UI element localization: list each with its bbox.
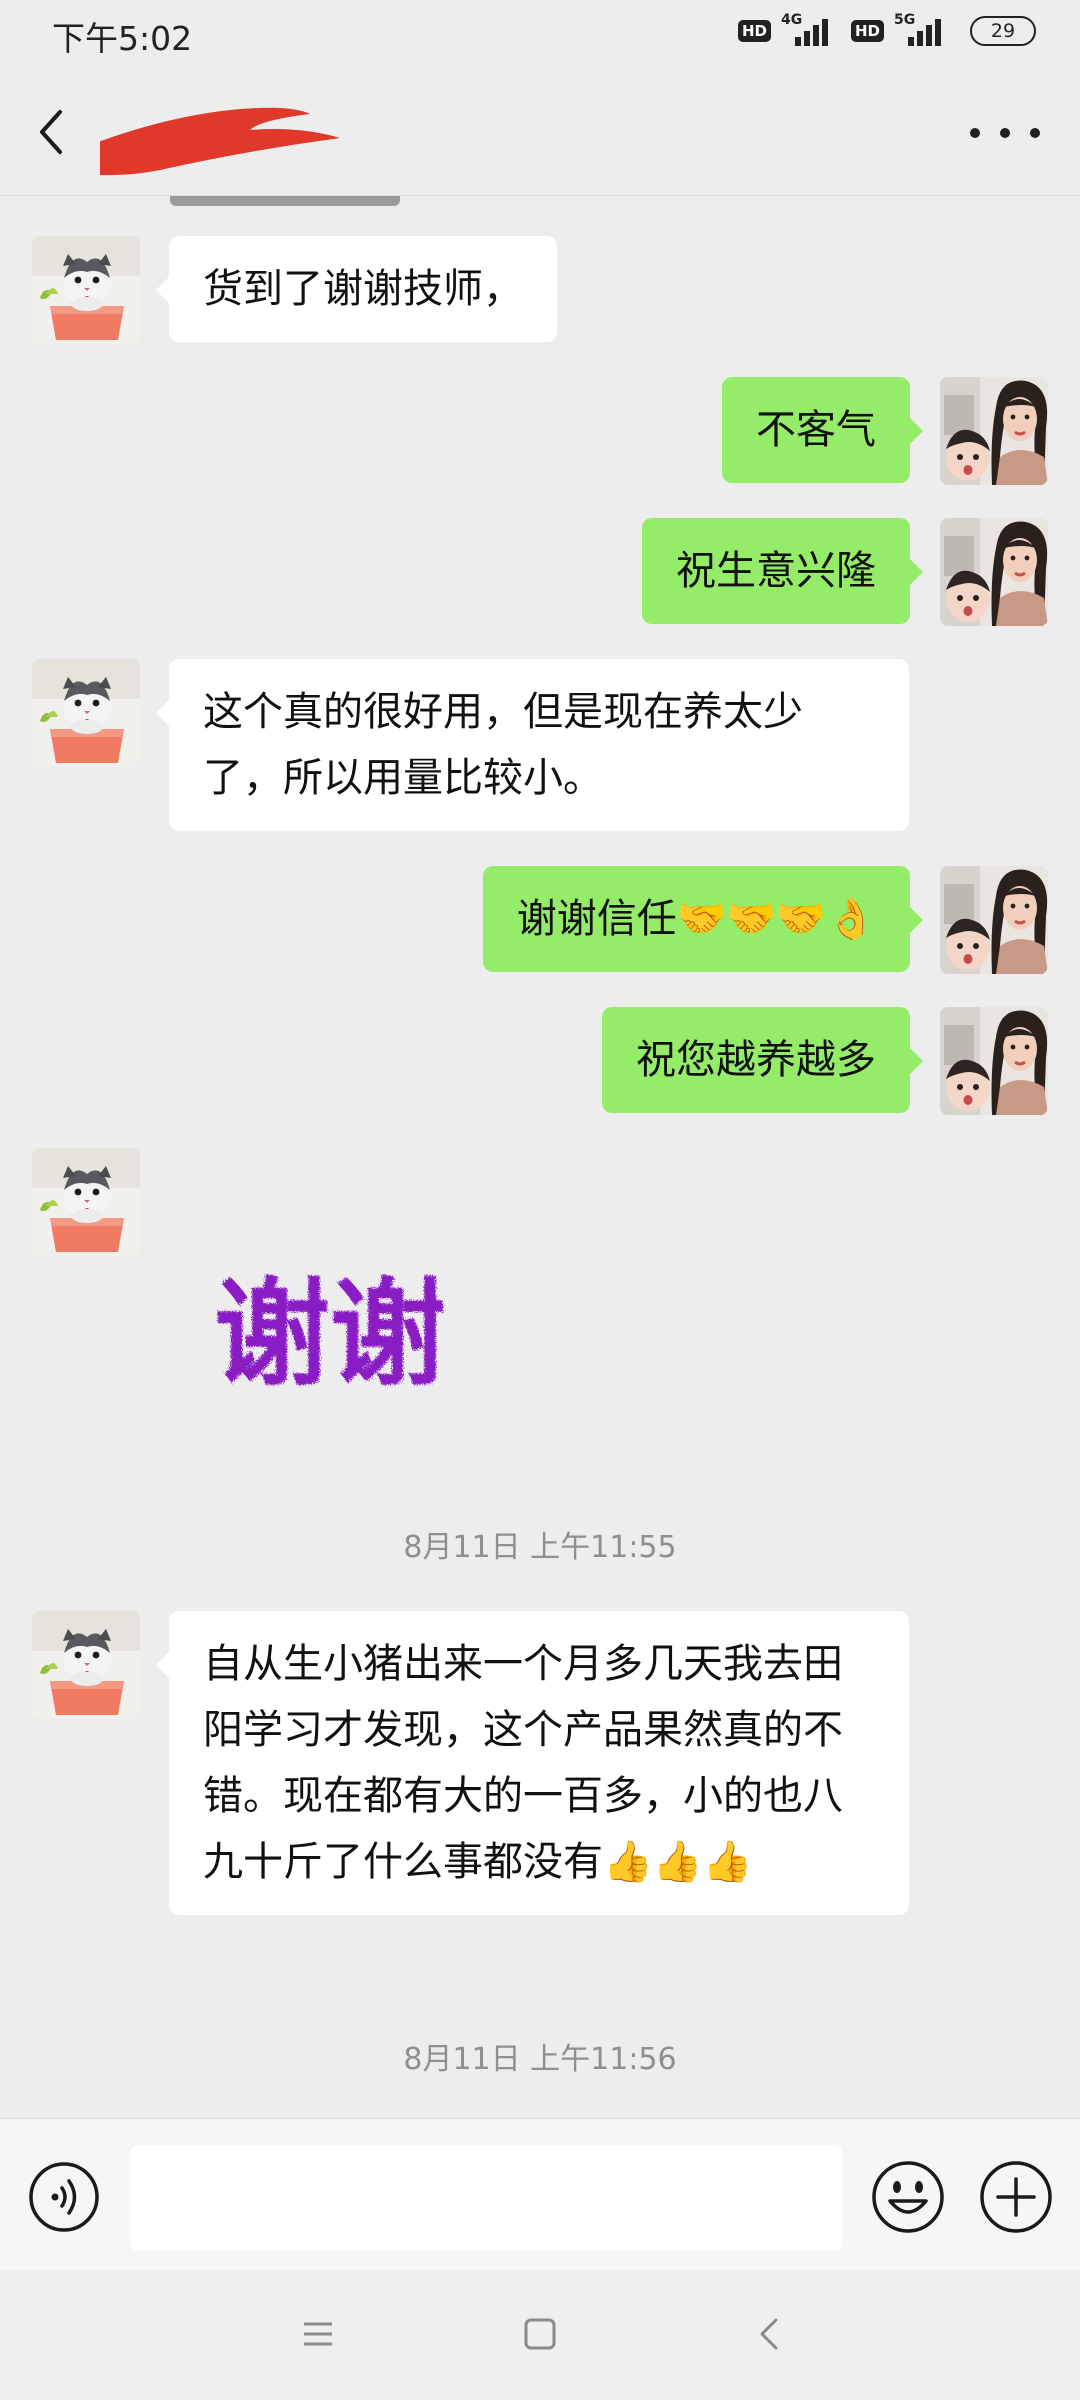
message-timestamp: 8月11日 上午11:55 — [403, 1530, 677, 1565]
home-button[interactable] — [522, 2316, 558, 2352]
sticker-text: 谢谢 — [214, 1267, 446, 1396]
back-button[interactable] — [30, 104, 80, 160]
more-dots-icon — [970, 128, 980, 138]
message-input-bar — [0, 2118, 1080, 2270]
cat-avatar-image — [32, 659, 140, 767]
previous-message-edge — [170, 196, 400, 206]
received-message-bubble[interactable]: 这个真的很好用，但是现在养太少了，所以用量比较小。 — [156, 659, 909, 831]
sticker-message[interactable]: 谢谢 — [178, 1266, 488, 1402]
contact-avatar[interactable] — [32, 1148, 140, 1256]
plus-icon — [980, 2161, 1052, 2233]
system-back-button[interactable] — [752, 2316, 788, 2352]
my-avatar[interactable] — [940, 1007, 1048, 1115]
redacted-contact-name — [100, 107, 340, 176]
chat-message-list[interactable]: 货到了谢谢技师， 不客气 祝生意兴隆 这个真的很好用，但是现在养太少了，所以用量… — [0, 196, 1080, 2118]
cat-avatar-image — [32, 1148, 140, 1256]
sent-message-bubble[interactable]: 祝您越养越多 — [602, 1007, 923, 1113]
system-navigation-bar — [0, 2270, 1080, 2400]
message-text-input[interactable] — [130, 2145, 842, 2251]
user-avatar-image — [940, 518, 1048, 626]
chat-header — [0, 66, 1080, 196]
status-time: 下午5:02 — [52, 19, 193, 58]
hd-badge-2: HD — [850, 20, 884, 42]
voice-input-button[interactable] — [28, 2161, 100, 2233]
contact-avatar[interactable] — [32, 659, 140, 767]
my-avatar[interactable] — [940, 866, 1048, 974]
voice-icon — [29, 2162, 99, 2232]
thanks-sticker-image: 谢谢 — [214, 1267, 446, 1402]
signal-5g-icon: 5G — [894, 12, 954, 48]
user-avatar-image — [940, 866, 1048, 974]
more-options-button[interactable] — [970, 118, 1040, 148]
received-message-bubble[interactable]: 货到了谢谢技师， — [156, 236, 557, 342]
cat-avatar-image — [32, 236, 140, 344]
contact-avatar[interactable] — [32, 1611, 140, 1719]
more-functions-button[interactable] — [978, 2159, 1054, 2235]
menu-icon — [304, 2322, 332, 2346]
my-avatar[interactable] — [940, 518, 1048, 626]
sent-message-bubble[interactable]: 不客气 — [722, 377, 923, 483]
signal-4g-icon: 4G — [781, 12, 841, 48]
cat-avatar-image — [32, 1611, 140, 1719]
sent-message-bubble[interactable]: 谢谢信任🤝🤝🤝👌 — [482, 866, 924, 972]
emoji-button[interactable] — [870, 2159, 946, 2235]
chevron-left-icon — [40, 110, 62, 154]
back-icon — [760, 2318, 778, 2350]
my-avatar[interactable] — [940, 377, 1048, 485]
status-icons: HD 4G HD 5G 29 — [737, 12, 1036, 48]
user-avatar-image — [940, 377, 1048, 485]
status-bar: 下午5:02 HD 4G HD 5G 29 — [0, 0, 1080, 66]
received-message-bubble[interactable]: 自从生小猪出来一个月多几天我去田阳学习才发现，这个产品果然真的不错。现在都有大的… — [156, 1611, 909, 1915]
contact-avatar[interactable] — [32, 236, 140, 344]
hd-badge: HD — [737, 20, 771, 42]
home-icon — [524, 2318, 556, 2350]
sent-message-bubble[interactable]: 祝生意兴隆 — [642, 518, 923, 624]
emoji-icon — [872, 2161, 944, 2233]
user-avatar-image — [940, 1007, 1048, 1115]
message-timestamp: 8月11日 上午11:56 — [403, 2042, 677, 2077]
recent-apps-button[interactable] — [300, 2316, 336, 2352]
battery-icon: 29 — [970, 16, 1036, 46]
